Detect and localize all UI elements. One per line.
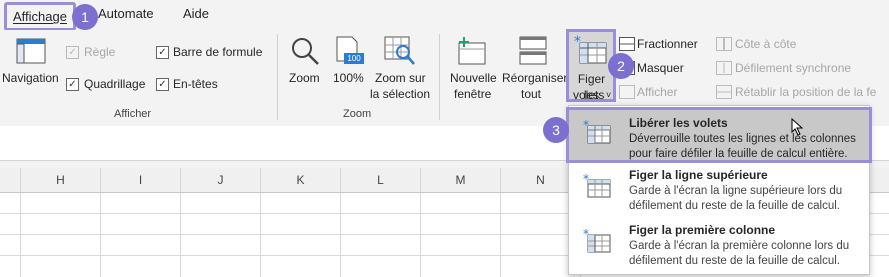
svg-text:*: * [583, 229, 589, 241]
tab-aide[interactable]: Aide [183, 6, 209, 21]
column-header[interactable]: J [181, 168, 261, 192]
column-header[interactable]: M [421, 168, 501, 192]
split-icon [619, 37, 635, 51]
zoom-button[interactable]: Zoom [286, 34, 326, 94]
ribbon-tab-bar: Affichage 1 Automate Aide [0, 0, 889, 31]
split-button[interactable]: Fractionner [637, 37, 698, 51]
entetes-checkbox[interactable]: ✓ [156, 78, 169, 91]
separator [277, 34, 278, 120]
navigation-icon [16, 38, 46, 64]
freeze-top-row-icon: * [583, 174, 611, 198]
arrange-all-icon [519, 36, 547, 65]
freeze-panes-label-2: volets [573, 88, 605, 102]
step-badge-2: 2 [608, 53, 634, 79]
tab-automate[interactable]: Automate [98, 6, 154, 21]
mouse-cursor-icon [791, 118, 803, 136]
separator [439, 34, 440, 120]
column-header[interactable]: K [261, 168, 341, 192]
step-badge-3: 3 [543, 117, 569, 143]
arrange-all-label-2: tout [521, 87, 542, 101]
zoom-100-label: 100% [333, 71, 364, 85]
freeze-first-column-desc: Garde à l'écran la première colonne lors… [629, 240, 850, 267]
unfreeze-panes-desc: Déverrouille toutes les lignes et les co… [629, 133, 856, 160]
step-badge-1: 1 [72, 4, 98, 30]
new-window-button[interactable]: Nouvelle fenêtre [448, 34, 500, 104]
barre-formule-checkbox[interactable]: ✓ [156, 46, 169, 59]
page-100-badge: 100 [344, 53, 364, 64]
unfreeze-panes-item[interactable]: * Libérer les volets Déverrouille toutes… [566, 107, 872, 163]
magnifier-icon [292, 38, 319, 65]
show-window-icon [619, 85, 635, 99]
arrange-all-button[interactable]: Réorganiser tout [501, 34, 568, 104]
group-label-afficher: Afficher [114, 108, 152, 120]
column-header[interactable]: H [21, 168, 101, 192]
arrange-all-label-1: Réorganiser [502, 71, 568, 85]
navigation-label: Navigation [2, 71, 59, 85]
new-window-label-2: fenêtre [454, 87, 492, 101]
side-by-side-button[interactable]: Côte à côte [735, 37, 796, 51]
zoom-selection-icon [384, 36, 415, 65]
svg-text:*: * [574, 35, 581, 50]
svg-text:*: * [583, 174, 589, 186]
unfreeze-panes-icon: * [583, 120, 611, 144]
column-header[interactable]: I [101, 168, 181, 192]
barre-formule-label: Barre de formule [173, 45, 263, 59]
zoom-label: Zoom [289, 71, 320, 85]
quadrillage-checkbox[interactable]: ✓ [66, 78, 79, 91]
freeze-first-column-title: Figer la première colonne [629, 223, 776, 237]
sync-scroll-button[interactable]: Défilement synchrone [735, 61, 851, 75]
new-window-label-1: Nouvelle [450, 71, 497, 85]
new-window-icon [458, 37, 486, 65]
freeze-top-row-item[interactable]: * Figer la ligne supérieure Garde à l'éc… [569, 164, 869, 218]
hide-button[interactable]: Masquer [637, 61, 684, 75]
entetes-label: En-têtes [173, 77, 218, 91]
zoom-selection-label-2: la sélection [370, 87, 431, 101]
unfreeze-panes-title: Libérer les volets [629, 116, 728, 130]
group-label-zoom: Zoom [343, 108, 372, 120]
freeze-panes-menu: * Libérer les volets Déverrouille toutes… [566, 105, 872, 275]
quadrillage-label: Quadrillage [84, 77, 146, 91]
svg-text:*: * [583, 120, 589, 132]
regle-label: Règle [84, 45, 116, 59]
zoom-selection-button[interactable]: Zoom sur la sélection [369, 34, 431, 104]
show-button[interactable]: Afficher [637, 85, 677, 99]
navigation-button[interactable]: Navigation [0, 34, 62, 94]
freeze-panes-icon: * [574, 35, 607, 64]
freeze-top-row-desc: Garde à l'écran la ligne supérieure lors… [629, 185, 843, 212]
freeze-first-column-item[interactable]: * Figer la première colonne Garde à l'éc… [569, 219, 869, 273]
regle-checkbox[interactable]: ✓ [66, 46, 79, 59]
freeze-top-row-title: Figer la ligne supérieure [629, 168, 768, 182]
column-header-blank [0, 168, 21, 192]
reset-position-button[interactable]: Rétablir la position de la fe [735, 85, 876, 99]
zoom-100-button[interactable]: 100 100% [330, 34, 366, 94]
chevron-down-icon: ˅ [606, 90, 612, 100]
reset-position-icon [716, 85, 732, 99]
column-header[interactable]: L [341, 168, 421, 192]
sync-scroll-icon [716, 61, 732, 75]
side-by-side-icon [716, 37, 732, 51]
tab-affichage[interactable]: Affichage [4, 2, 76, 31]
zoom-selection-label-1: Zoom sur [375, 71, 426, 85]
freeze-first-column-icon: * [583, 229, 611, 253]
